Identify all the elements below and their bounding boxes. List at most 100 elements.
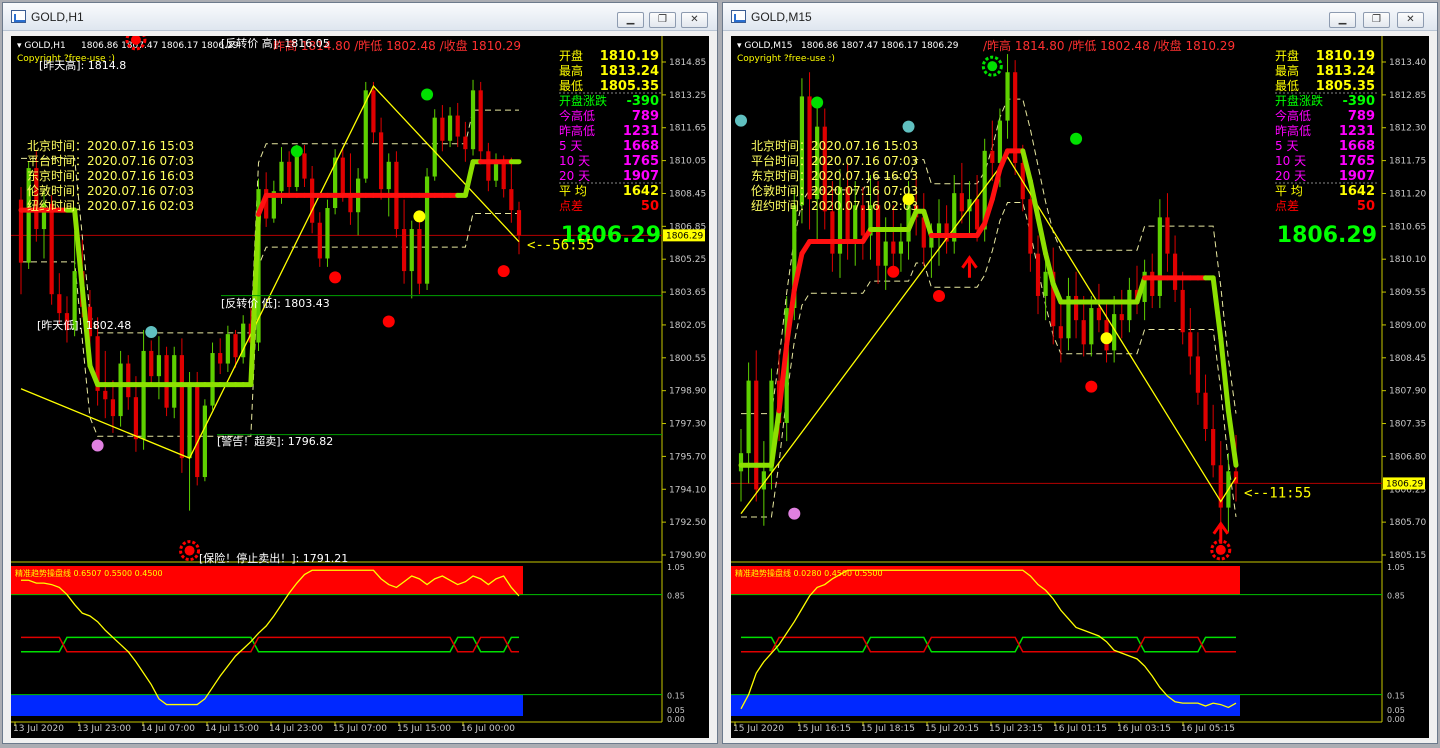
stat-value: 789 (632, 109, 659, 124)
candle-body (875, 205, 881, 266)
price-tick-label: 1813.25 (669, 91, 706, 101)
stat-label: 今高低 (559, 108, 595, 123)
timezone-line: 东京时间：2020.07.16 16:03 (751, 169, 918, 183)
signal-dot-icon (1100, 332, 1113, 345)
timezone-line: 北京时间：2020.07.16 15:03 (751, 139, 918, 153)
stat-label: 点差 (1275, 199, 1299, 213)
header-symbol: ▾ GOLD,H1 (17, 41, 66, 51)
chart-canvas[interactable]: 1813.40 1812.85 1812.30 1811.75 1811.20 1810.… (731, 36, 1429, 738)
candle-body (118, 363, 123, 417)
price-tick-label: 1797.30 (669, 420, 706, 430)
candle-body (218, 353, 223, 364)
time-tick-label: 13 Jul 23:00 (77, 724, 131, 734)
restore-button[interactable]: ❐ (649, 12, 676, 28)
chart-svg-m15[interactable]: 1813.40 1812.85 1812.30 1811.75 1811.20 1810.… (731, 36, 1429, 738)
signal-dot-icon (902, 120, 915, 133)
bar-countdown: <--11:55 (1244, 485, 1311, 501)
osc-tick-label: 0.85 (1387, 592, 1405, 601)
candle-body (440, 117, 445, 141)
time-tick-label: 15 Jul 2020 (733, 724, 784, 734)
timezone-line: 伦敦时间：2020.07.16 07:03 (751, 183, 918, 198)
stat-value: 50 (1357, 199, 1375, 214)
stat-value: 1810.19 (600, 49, 659, 64)
candle-body (187, 382, 192, 459)
stat-value: 1765 (623, 154, 659, 169)
minimize-button[interactable]: ▁ (617, 12, 644, 28)
candle-body (409, 229, 414, 272)
chart-svg-h1[interactable]: 1814.85 1813.25 1811.65 1810.05 1808.45 1806.… (11, 36, 709, 738)
chart-window-icon (731, 10, 746, 23)
timezone-line: 伦敦时间：2020.07.16 07:03 (27, 183, 194, 198)
candle-body (1096, 308, 1102, 321)
window-titlebar[interactable]: GOLD,M15 ▁ ❐ ✕ (723, 3, 1437, 31)
osc-tick-label: 1.05 (1387, 563, 1405, 572)
signal-dot-icon (1070, 132, 1083, 145)
close-button[interactable]: ✕ (681, 12, 708, 28)
chart-window-gold-m15[interactable]: GOLD,M15 ▁ ❐ ✕ 1813.40 1812.85 1812.30 1811… (722, 2, 1438, 744)
close-button[interactable]: ✕ (1397, 12, 1424, 28)
signal-dot-icon (329, 271, 342, 284)
signal-dot-icon (497, 265, 510, 278)
price-tick-label: 1794.10 (669, 485, 706, 495)
prev-day-part: /昨低 (350, 39, 382, 53)
candle-body (294, 153, 299, 188)
signal-dot-icon (382, 315, 395, 328)
stat-label: 开盘 (559, 48, 583, 63)
candle-body (509, 189, 514, 211)
price-tick-label: 1808.45 (669, 189, 706, 199)
candle-body (340, 157, 345, 194)
restore-button[interactable]: ❐ (1363, 12, 1390, 28)
candle-body (202, 405, 207, 478)
signal-dot-icon (91, 439, 104, 452)
chart-canvas[interactable]: 1814.85 1813.25 1811.65 1810.05 1808.45 1806.… (11, 36, 709, 738)
bar-countdown: <--56:55 (527, 237, 594, 253)
candle-body (1119, 314, 1124, 321)
stat-label: 平 均 (559, 184, 587, 198)
osc-oversold-zone (11, 694, 523, 716)
price-tick-label: 1805.25 (669, 255, 706, 265)
candle-body (386, 161, 391, 190)
prev-day-part: 1810.29 (468, 39, 521, 53)
minimize-button[interactable]: ▁ (1329, 12, 1356, 28)
price-tick-label: 1800.55 (669, 354, 706, 364)
candle-body (470, 90, 476, 150)
osc-tick-label: 0.00 (1387, 715, 1405, 724)
candle-body (49, 203, 54, 295)
price-tick-label: 1805.15 (1389, 551, 1426, 561)
signal-dot-icon (933, 289, 945, 302)
candle-body (501, 163, 506, 190)
stat-value: 1907 (1339, 169, 1375, 184)
price-tick-label: 1809.00 (1389, 321, 1426, 331)
chart-window-gold-h1[interactable]: GOLD,H1 ▁ ❐ ✕ 1814.85 1813.25 1811.65 1810.… (2, 2, 718, 744)
candle-body (1127, 289, 1132, 321)
signal-dot-icon (902, 193, 915, 206)
candle-body (103, 390, 108, 400)
candle-body (133, 397, 139, 440)
stat-value: -390 (626, 94, 659, 109)
candle-body (493, 163, 499, 181)
stat-value: 1907 (623, 169, 659, 184)
stat-label: 点差 (559, 199, 583, 213)
stat-value: -390 (1342, 94, 1375, 109)
candle-body (110, 399, 116, 417)
candle-body (754, 380, 759, 490)
candle-body (478, 90, 483, 152)
candle-body (424, 176, 430, 284)
trend-line-segment (1225, 408, 1239, 468)
time-tick-label: 14 Jul 15:00 (205, 724, 259, 734)
level-label: [保险！停止卖出！]: 1791.21 (199, 551, 348, 565)
stat-label: 昨高低 (1275, 123, 1311, 138)
copyright-label: Copyright ?free-use :) (737, 54, 835, 64)
candle-body (149, 350, 154, 377)
signal-dot-icon (811, 96, 824, 109)
stat-value: 1805.35 (600, 79, 659, 94)
candle-body (225, 334, 230, 364)
stat-label: 5 天 (1275, 139, 1298, 153)
stat-value: 1813.24 (600, 64, 659, 79)
time-tick-label: 16 Jul 00:00 (461, 724, 515, 734)
stat-value: 1810.19 (1316, 49, 1375, 64)
window-titlebar[interactable]: GOLD,H1 ▁ ❐ ✕ (3, 3, 717, 31)
candle-body (378, 132, 384, 190)
candle-body (1089, 308, 1094, 345)
candle-body (310, 178, 315, 223)
